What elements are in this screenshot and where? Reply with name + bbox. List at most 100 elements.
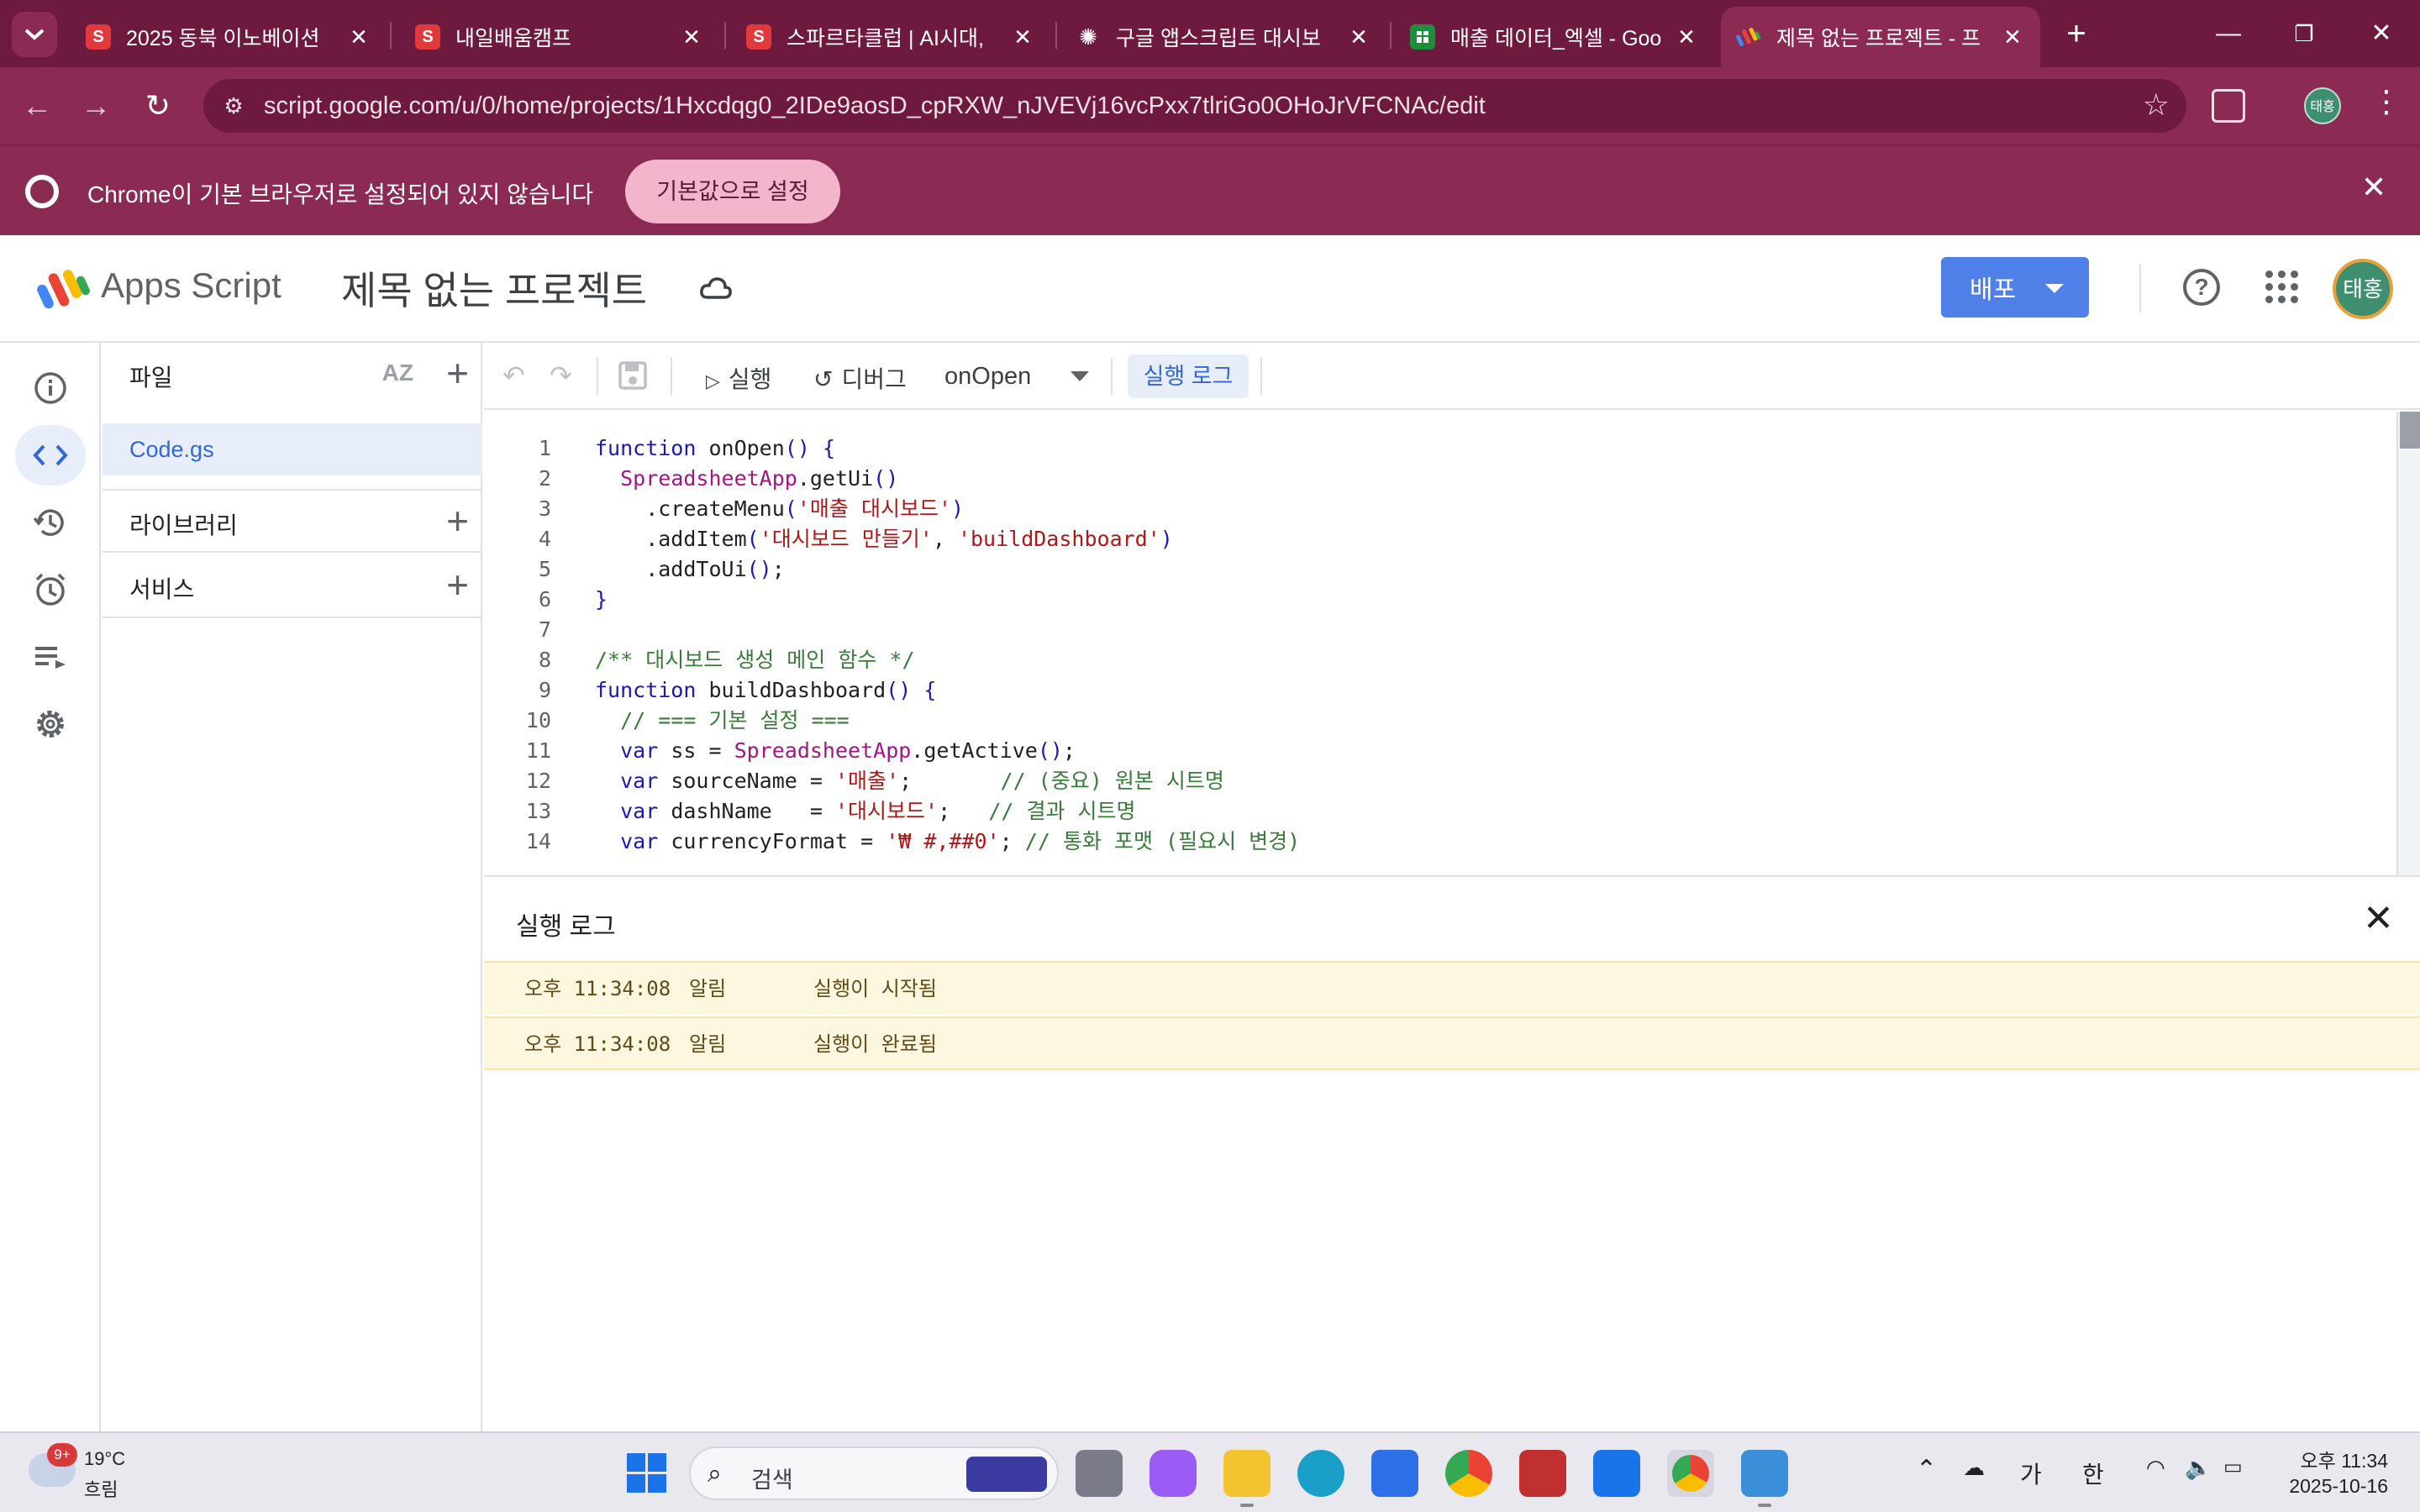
set-default-button[interactable]: 기본값으로 설정	[625, 160, 840, 223]
code-line: 7	[538, 617, 551, 642]
clock-date[interactable]: 2025-10-16	[2274, 1475, 2388, 1498]
tab-sparta-club[interactable]: S 스파르타클럽 | AI시대, ✕	[731, 7, 1050, 67]
tab-untitled-project[interactable]: 제목 없는 프로젝트 - 프 ✕	[1721, 7, 2040, 67]
clock-time[interactable]: 오후 11:34	[2289, 1445, 2388, 1473]
debug-label: 디버그	[841, 366, 907, 392]
more-menu-icon[interactable]: ⋮	[2371, 84, 2402, 119]
close-icon[interactable]: ✕	[346, 24, 371, 50]
volume-icon[interactable]: 🔈	[2185, 1455, 2212, 1481]
browser-tabstrip: S 2025 동북 이노베이션 ✕ S 내일배움캠프 ✕ S 스파르타클럽 | …	[0, 0, 2420, 67]
taskbar-search[interactable]: ⌕ 검색	[689, 1446, 1059, 1500]
libraries-label: 라이브러리	[129, 512, 238, 538]
tab-search-button[interactable]	[12, 12, 57, 57]
tab-divider	[1390, 22, 1392, 49]
weather-badge: 9+	[47, 1443, 77, 1467]
executions-icon[interactable]	[15, 627, 86, 687]
notepad-icon[interactable]	[1741, 1450, 1788, 1507]
code-line: 3 .createMenu('매출 대시보드')	[538, 496, 965, 521]
log-message: 실행이 시작됨	[813, 977, 937, 1000]
site-info-icon[interactable]: ⚙	[218, 91, 249, 121]
history-icon[interactable]	[15, 492, 86, 553]
google-apps-icon[interactable]	[2265, 270, 2299, 304]
chrome-profile-icon[interactable]	[1667, 1450, 1714, 1497]
edge-icon[interactable]	[1297, 1450, 1344, 1497]
add-library-icon[interactable]: +	[446, 497, 469, 544]
snipping-tool-icon[interactable]	[1519, 1450, 1566, 1497]
redo-icon[interactable]: ↷	[550, 360, 572, 391]
tray-overflow-icon[interactable]: ⌃	[1916, 1455, 1937, 1484]
account-avatar[interactable]: 태홍	[2333, 259, 2393, 319]
caret-down-icon[interactable]	[1071, 371, 1089, 381]
profile-avatar[interactable]: 태홍	[2304, 87, 2341, 124]
run-button[interactable]: ▷ 실행	[706, 361, 771, 395]
play-icon: ▷	[706, 370, 720, 391]
extensions-icon[interactable]	[2212, 89, 2245, 123]
log-level: 알림	[689, 1032, 727, 1056]
tab-title: 스파르타클럽 | AI시대,	[786, 27, 984, 50]
copilot-icon[interactable]	[1150, 1450, 1197, 1497]
wifi-icon[interactable]: ◠	[2146, 1455, 2165, 1481]
debug-button[interactable]: ↺ 디버그	[813, 361, 907, 395]
new-tab-button[interactable]: +	[2055, 13, 2097, 55]
code-line: 2 SpreadsheetApp.getUi()	[538, 466, 899, 491]
url-text[interactable]: script.google.com/u/0/home/projects/1Hxc…	[264, 92, 1486, 120]
tab-innovation[interactable]: S 2025 동북 이노베이션 ✕	[71, 7, 387, 67]
weather-desc[interactable]: 흐림	[84, 1475, 118, 1502]
deploy-button[interactable]: 배포	[1941, 257, 2089, 318]
close-icon[interactable]: ✕	[2361, 170, 2386, 205]
code-line: 1 function onOpen() {	[538, 436, 836, 460]
info-icon[interactable]	[15, 358, 86, 418]
bookmark-star-icon[interactable]: ☆	[2143, 87, 2170, 123]
file-explorer-icon[interactable]	[1223, 1450, 1270, 1507]
battery-icon[interactable]: ▭	[2223, 1455, 2243, 1479]
back-arrow-icon[interactable]: ←	[13, 82, 60, 129]
debug-icon: ↺	[813, 366, 834, 392]
close-icon[interactable]: ✕	[2363, 897, 2394, 940]
editor-scrollbar[interactable]	[2396, 412, 2420, 875]
zoom-icon[interactable]	[1371, 1450, 1418, 1497]
address-bar[interactable]: ⚙ script.google.com/u/0/home/projects/1H…	[203, 79, 2186, 133]
function-selector[interactable]: onOpen	[944, 363, 1031, 391]
clock-trigger-icon[interactable]	[15, 559, 86, 620]
windows-start-icon[interactable]	[627, 1453, 667, 1494]
window-close-icon[interactable]: ✕	[2358, 10, 2405, 57]
help-icon[interactable]: ?	[2183, 269, 2220, 306]
reload-icon[interactable]: ↻	[134, 82, 182, 129]
file-item-code-gs[interactable]: Code.gs	[103, 423, 482, 475]
code-line: 6}	[538, 587, 608, 612]
restore-icon[interactable]: ❐	[2281, 10, 2328, 57]
execution-log-button[interactable]: 실행 로그	[1128, 354, 1249, 398]
tab-apps-script-guide[interactable]: ✺ 구글 앱스크립트 대시보 ✕	[1060, 7, 1386, 67]
settings-icon[interactable]	[15, 694, 86, 754]
tab-bootcamp[interactable]: S 내일배움캠프 ✕	[400, 7, 719, 67]
apps-script-icon	[1736, 24, 1761, 50]
close-icon[interactable]: ✕	[1346, 24, 1371, 50]
close-icon[interactable]: ✕	[1674, 24, 1699, 50]
sort-az-icon[interactable]: AZ	[382, 360, 413, 386]
log-time: 오후 11:34:08	[524, 1032, 671, 1056]
project-title[interactable]: 제목 없는 프로젝트	[341, 260, 647, 316]
task-view-icon[interactable]	[1076, 1450, 1123, 1497]
run-label: 실행	[728, 366, 772, 392]
onedrive-icon[interactable]: ☁	[1963, 1455, 1985, 1481]
save-icon[interactable]	[617, 360, 650, 393]
code-icon[interactable]	[15, 425, 86, 486]
product-name[interactable]: Apps Script	[101, 265, 281, 306]
scrollbar-thumb[interactable]	[2400, 412, 2420, 449]
add-file-icon[interactable]: +	[446, 349, 469, 396]
ime-language[interactable]: 한	[2082, 1457, 2104, 1490]
tab-title: 2025 동북 이노베이션	[126, 27, 320, 50]
code-editor[interactable]: 1 function onOpen() { 2 SpreadsheetApp.ge…	[484, 412, 2396, 875]
chrome-icon[interactable]	[1445, 1450, 1492, 1497]
add-service-icon[interactable]: +	[446, 561, 469, 608]
minimize-icon[interactable]: —	[2205, 10, 2252, 57]
close-icon[interactable]: ✕	[2000, 24, 2025, 50]
undo-icon[interactable]: ↶	[502, 360, 525, 391]
weather-temp[interactable]: 19°C	[84, 1448, 125, 1470]
store-icon[interactable]	[1593, 1450, 1640, 1497]
ime-mode[interactable]: 가	[2020, 1457, 2042, 1490]
tab-sales-sheet[interactable]: 매출 데이터_엑셀 - Goo ✕	[1395, 7, 1714, 67]
close-icon[interactable]: ✕	[679, 24, 704, 50]
close-icon[interactable]: ✕	[1010, 24, 1035, 50]
forward-arrow-icon[interactable]: →	[72, 82, 119, 129]
